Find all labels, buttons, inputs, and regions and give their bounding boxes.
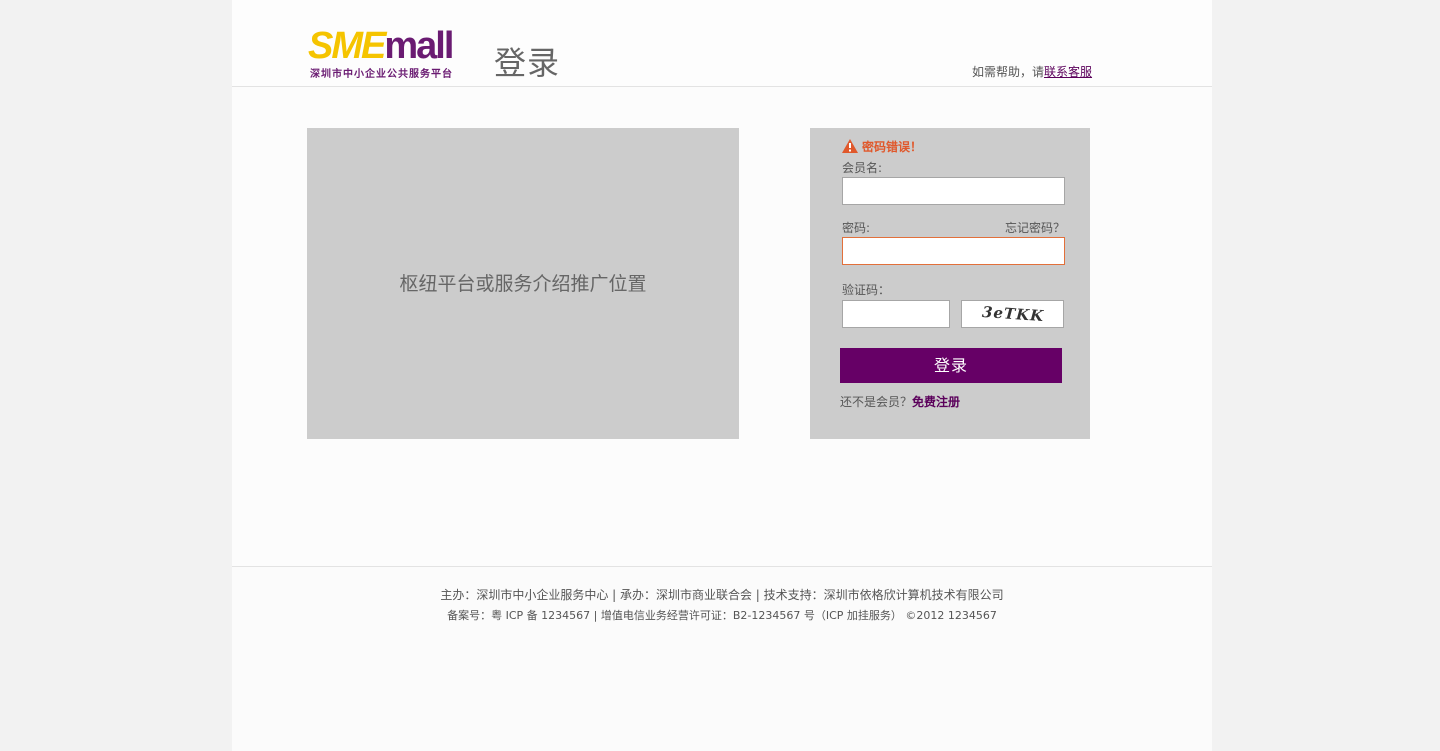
page-title: 登录 <box>494 44 561 82</box>
password-input[interactable] <box>842 237 1065 265</box>
password-label: 密码: <box>842 221 871 235</box>
promo-text: 枢纽平台或服务介绍推广位置 <box>399 273 647 295</box>
logo-text-mall: mall <box>384 25 454 67</box>
captcha-label: 验证码： <box>842 283 891 297</box>
register-prompt: 还不是会员？免费注册 <box>840 393 960 410</box>
captcha-image-text: 3eTKK <box>981 302 1045 326</box>
warning-icon <box>842 139 858 156</box>
logo-subtitle: 深圳市中小企业公共服务平台 <box>310 69 453 80</box>
login-button[interactable]: 登录 <box>840 348 1062 383</box>
logo-text-sme: SME <box>308 25 386 67</box>
help-prefix: 如需帮助，请 <box>972 65 1045 79</box>
contact-support-link[interactable]: 联系客服 <box>1044 65 1092 79</box>
username-label: 会员名: <box>842 161 883 175</box>
captcha-image[interactable]: 3eTKK <box>961 300 1064 328</box>
username-input[interactable] <box>842 177 1065 205</box>
help-text: 如需帮助，请联系客服 <box>972 63 1092 80</box>
register-link[interactable]: 免费注册 <box>912 395 960 409</box>
error-text: 密码错误！ <box>862 140 923 154</box>
promo-banner[interactable]: 枢纽平台或服务介绍推广位置 <box>307 128 739 439</box>
header: SMEmall 深圳市中小企业公共服务平台 登录 如需帮助，请联系客服 <box>232 0 1212 87</box>
register-prefix: 还不是会员？ <box>840 395 913 409</box>
logo[interactable]: SMEmall 深圳市中小企业公共服务平台 <box>308 25 470 80</box>
footer: 主办：深圳市中小企业服务中心 | 承办：深圳市商业联合会 | 技术支持：深圳市依… <box>232 566 1212 751</box>
captcha-input[interactable] <box>842 300 950 328</box>
login-panel: 密码错误！ 会员名: 密码: 忘记密码？ 验证码： 3eTKK 登录 还不是会员… <box>810 128 1090 439</box>
footer-license: 备案号：粤 ICP 备 1234567 | 增值电信业务经营许可证：B2-123… <box>447 609 997 622</box>
forgot-password-link[interactable]: 忘记密码？ <box>1005 219 1065 236</box>
footer-sponsors: 主办：深圳市中小企业服务中心 | 承办：深圳市商业联合会 | 技术支持：深圳市依… <box>440 588 1004 602</box>
page-container: SMEmall 深圳市中小企业公共服务平台 登录 如需帮助，请联系客服 枢纽平台… <box>232 0 1212 751</box>
error-message: 密码错误！ <box>842 138 922 156</box>
